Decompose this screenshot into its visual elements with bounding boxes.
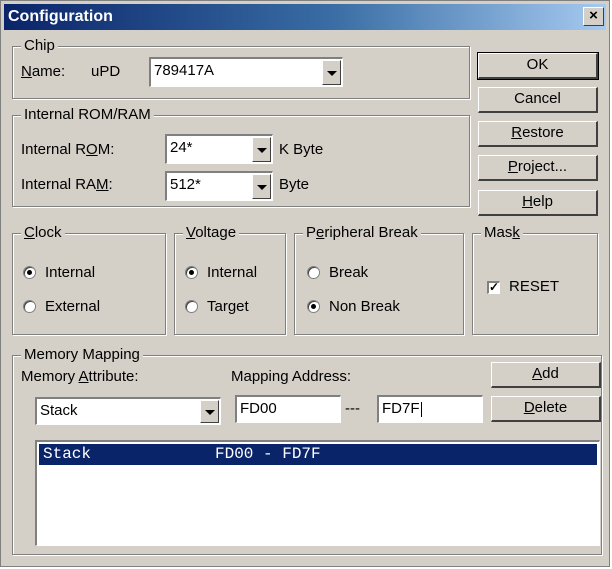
clock-group-label: Clock <box>21 224 65 241</box>
chevron-down-icon[interactable] <box>252 137 271 162</box>
clock-external-label: External <box>45 298 101 315</box>
voltage-group: Voltage Internal Target <box>174 224 286 335</box>
memory-attribute-label: Memory Attribute: <box>21 368 139 385</box>
memory-mapping-group: Memory Mapping Memory Attribute: Mapping… <box>12 346 602 555</box>
mask-group: Mask ✓ RESET <box>472 224 598 335</box>
chip-group: Chip Name: uPD 789417A <box>12 37 470 99</box>
mapping-address-label: Mapping Address: <box>231 368 352 385</box>
internal-rom-value: 24* <box>170 139 193 156</box>
chevron-down-icon[interactable] <box>322 60 341 85</box>
add-button-label: Add <box>532 365 559 382</box>
cancel-button[interactable]: Cancel <box>478 87 598 113</box>
help-button[interactable]: Help <box>478 190 598 216</box>
text-cursor <box>420 401 422 417</box>
internal-ram-combobox[interactable]: 512* <box>165 171 273 201</box>
chip-name-combobox[interactable]: 789417A <box>149 57 343 87</box>
radio-unselected-icon <box>307 266 320 279</box>
peripheral-break-label: Break <box>329 264 369 281</box>
restore-button-label: Restore <box>511 124 564 141</box>
clock-group: Clock Internal External <box>12 224 166 335</box>
end-address-value: FD7F <box>382 400 420 417</box>
peripheral-break-group-label: Peripheral Break <box>303 224 421 241</box>
peripheral-non-break-label: Non Break <box>329 298 400 315</box>
memory-attribute-combobox[interactable]: Stack <box>35 397 221 425</box>
checkmark-icon: ✓ <box>487 280 500 294</box>
memory-attribute-value: Stack <box>40 402 78 419</box>
list-item-range: FD00 - FD7F <box>215 445 321 463</box>
voltage-internal-label: Internal <box>207 264 258 281</box>
radio-selected-icon <box>23 266 36 279</box>
internal-rom-combobox[interactable]: 24* <box>165 134 273 164</box>
chip-name-prefix: uPD <box>91 63 121 80</box>
project-button-label: Project... <box>507 158 568 175</box>
delete-button-label: Delete <box>523 399 568 416</box>
list-item-attribute: Stack <box>43 445 92 463</box>
cancel-button-label: Cancel <box>514 90 561 107</box>
chevron-down-icon[interactable] <box>252 174 271 199</box>
chip-name-value: 789417A <box>154 62 215 79</box>
internal-ram-value: 512* <box>170 176 201 193</box>
rom-ram-group-label: Internal ROM/RAM <box>21 106 154 123</box>
internal-rom-ram-group: Internal ROM/RAM Internal ROM: 24* K Byt… <box>12 106 470 207</box>
chip-group-label: Chip <box>21 37 58 54</box>
radio-unselected-icon <box>185 300 198 313</box>
voltage-group-label: Voltage <box>183 224 240 241</box>
address-separator: --- <box>345 400 360 417</box>
window-title: Configuration <box>8 8 113 25</box>
end-address-input[interactable]: FD7F <box>377 395 483 423</box>
internal-ram-label: Internal RAM: <box>21 176 113 193</box>
close-button[interactable]: × <box>583 7 604 26</box>
voltage-target-label: Target <box>207 298 249 315</box>
restore-button[interactable]: Restore <box>478 121 598 147</box>
memory-mapping-list[interactable]: Stack FD00 - FD7F <box>35 440 600 546</box>
start-address-input[interactable]: FD00 <box>235 395 341 423</box>
ok-button[interactable]: OK <box>477 52 599 80</box>
chevron-down-icon[interactable] <box>200 400 219 423</box>
radio-selected-icon <box>185 266 198 279</box>
internal-rom-unit: K Byte <box>279 141 324 158</box>
clock-internal-label: Internal <box>45 264 96 281</box>
memory-mapping-group-label: Memory Mapping <box>21 346 143 363</box>
close-icon: × <box>589 7 598 24</box>
ok-button-label: OK <box>526 56 549 73</box>
add-button[interactable]: Add <box>491 362 601 388</box>
start-address-value: FD00 <box>240 400 277 417</box>
title-bar: Configuration × <box>4 4 606 30</box>
internal-rom-label: Internal ROM: <box>21 141 115 158</box>
delete-button[interactable]: Delete <box>491 396 601 422</box>
mask-group-label: Mask <box>481 224 523 241</box>
help-button-label: Help <box>522 193 553 210</box>
internal-ram-unit: Byte <box>279 176 310 193</box>
radio-unselected-icon <box>23 300 36 313</box>
peripheral-break-group: Peripheral Break Break Non Break <box>294 224 464 335</box>
project-button[interactable]: Project... <box>478 155 598 181</box>
chip-name-label: Name: <box>21 63 66 80</box>
configuration-dialog: Configuration × Chip Name: uPD 789417A I… <box>0 0 610 567</box>
radio-selected-icon <box>307 300 320 313</box>
reset-label: RESET <box>509 278 560 295</box>
list-item[interactable]: Stack FD00 - FD7F <box>39 444 597 465</box>
